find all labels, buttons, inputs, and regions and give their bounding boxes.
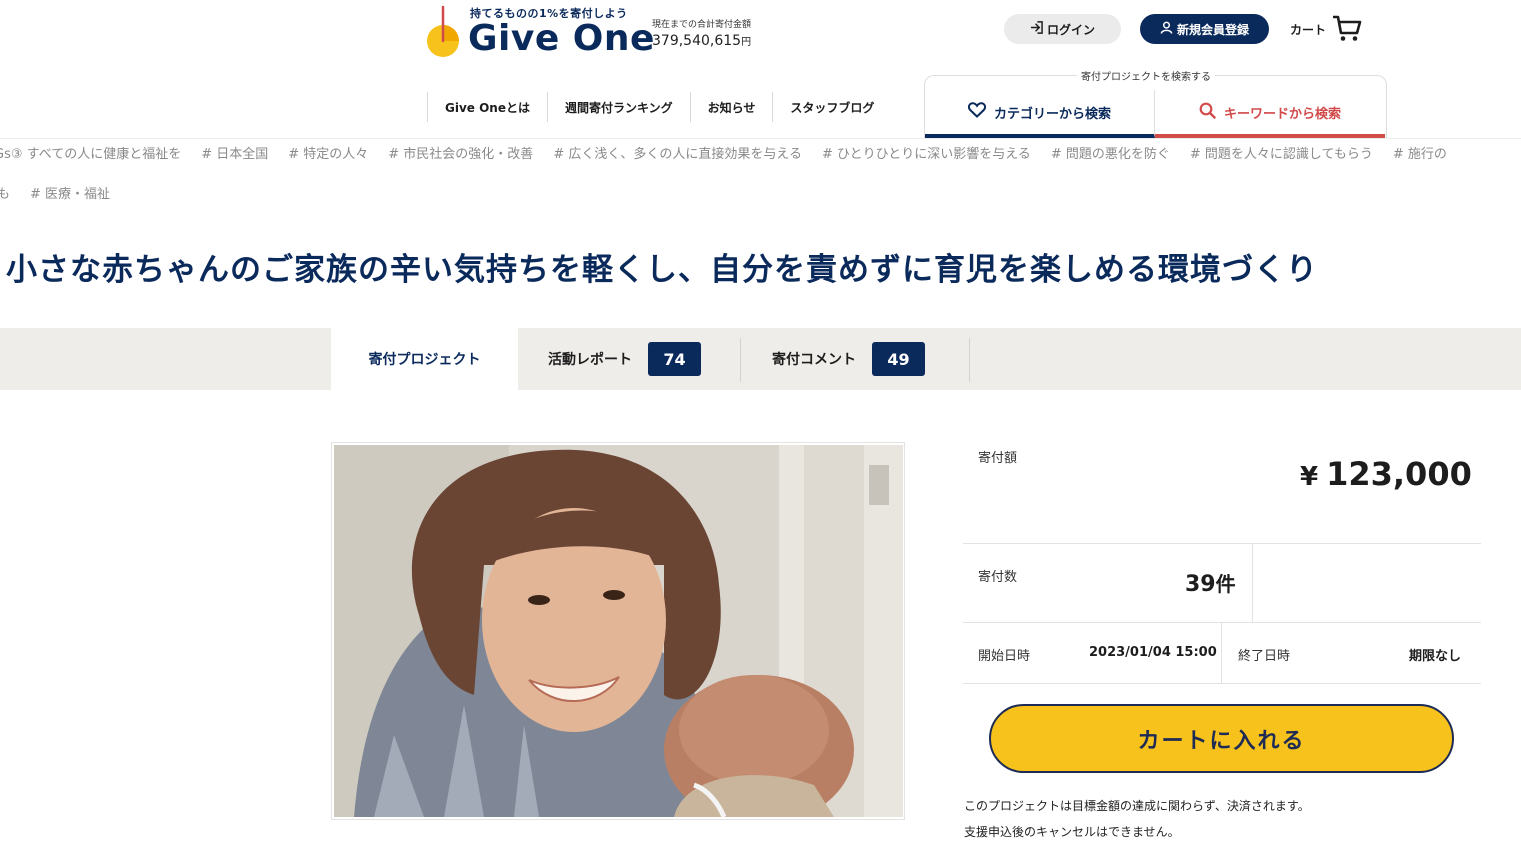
tab-bar xyxy=(0,328,1521,390)
nav-item-ranking[interactable]: 週間寄付ランキング xyxy=(547,92,690,122)
donation-count-unit: 件 xyxy=(1215,572,1236,596)
search-icon xyxy=(1199,102,1216,123)
start-date-value: 2023/01/04 15:00 xyxy=(1089,645,1217,660)
amount-label: 寄付額 xyxy=(978,451,1018,466)
donation-count-value: 39 xyxy=(1185,572,1216,597)
nav-item-staff-blog[interactable]: スタッフブログ xyxy=(772,92,891,122)
tab-separator xyxy=(969,338,970,382)
divider xyxy=(1252,544,1253,622)
tab-donation-comments-label: 寄付コメント xyxy=(772,352,856,368)
login-label: ログイン xyxy=(1046,22,1095,37)
donation-count-label: 寄付数 xyxy=(978,570,1018,585)
amount-value: 123,000 xyxy=(1326,455,1472,493)
settlement-note: このプロジェクトは目標金額の達成に関わらず、決済されます。 xyxy=(964,799,1310,813)
donation-amount: ¥123,000 xyxy=(1300,455,1472,493)
search-keyword-label: キーワードから検索 xyxy=(1223,106,1341,122)
search-category-label: カテゴリーから検索 xyxy=(993,106,1111,122)
cart-icon xyxy=(1332,14,1362,45)
nav-item-news[interactable]: お知らせ xyxy=(689,92,773,122)
cart-label: カート xyxy=(1290,22,1327,37)
header-divider xyxy=(0,138,1521,139)
give-one-logo-icon[interactable] xyxy=(424,5,464,57)
user-icon xyxy=(1160,21,1173,37)
login-icon xyxy=(1030,21,1043,37)
tag-item[interactable]: # 市民社会の強化・改善 xyxy=(388,143,533,163)
tag-item[interactable]: # ひとりひとりに深い影響を与える xyxy=(822,143,1031,163)
tag-list: DGs③ すべての人に健康と福祉を # 日本全国 # 特定の人々 # 市民社会の… xyxy=(0,143,1447,163)
login-button[interactable]: ログイン xyxy=(1004,14,1121,44)
tag-item[interactable]: DGs③ すべての人に健康と福祉を xyxy=(0,143,181,163)
tag-item[interactable]: # 医療・福祉 xyxy=(30,183,110,203)
tab-activity-reports-label: 活動レポート xyxy=(548,352,632,368)
tag-item[interactable]: # 広く浅く、多くの人に直接効果を与える xyxy=(553,143,802,163)
tab-separator xyxy=(740,338,741,382)
tag-item[interactable]: # 問題の悪化を防ぐ xyxy=(1051,143,1170,163)
total-donation-amount: 379,540,615 xyxy=(652,33,742,49)
donation-count: 39件 xyxy=(1185,568,1236,597)
reports-count-badge: 74 xyxy=(648,342,701,376)
project-photo xyxy=(334,445,903,817)
tab-activity-reports[interactable]: 活動レポート 74 xyxy=(548,328,701,390)
search-caption: 寄付プロジェクトを検索する xyxy=(1077,68,1215,83)
start-date-label: 開始日時 xyxy=(978,649,1031,664)
amount-currency: ¥ xyxy=(1300,462,1319,492)
divider xyxy=(963,543,1481,544)
main-nav: Give Oneとは 週間寄付ランキング お知らせ スタッフブログ xyxy=(427,92,891,122)
register-label: 新規会員登録 xyxy=(1176,22,1249,37)
tag-item[interactable]: # 施行の xyxy=(1393,143,1447,163)
total-donation-value: 379,540,615円 xyxy=(652,33,751,49)
tag-item[interactable]: # 特定の人々 xyxy=(288,143,368,163)
cart-link[interactable]: カート xyxy=(1290,14,1362,44)
end-date-value: 期限なし xyxy=(1409,649,1462,664)
search-by-category-tab[interactable]: カテゴリーから検索 xyxy=(925,90,1155,138)
logo-text[interactable]: Give One xyxy=(468,18,655,59)
tab-donation-comments[interactable]: 寄付コメント 49 xyxy=(772,328,925,390)
divider xyxy=(963,683,1481,684)
tag-item[interactable]: # 日本全国 xyxy=(201,143,268,163)
divider xyxy=(1221,623,1222,683)
end-date-label: 終了日時 xyxy=(1238,649,1291,664)
tag-item[interactable]: ども xyxy=(0,183,10,203)
nav-item-about[interactable]: Give Oneとは xyxy=(427,92,547,122)
tag-item[interactable]: # 問題を人々に認識してもらう xyxy=(1190,143,1373,163)
comments-count-badge: 49 xyxy=(872,342,925,376)
tab-project[interactable]: 寄付プロジェクト xyxy=(331,328,518,390)
cancel-note: 支援申込後のキャンセルはできません。 xyxy=(964,825,1180,839)
divider xyxy=(963,622,1481,623)
project-title: 小さな赤ちゃんのご家族の辛い気持ちを軽くし、自分を責めずに育児を楽しめる環境づく… xyxy=(6,252,1318,288)
tag-list-row-2: ども # 医療・福祉 xyxy=(0,183,110,203)
search-by-keyword-tab[interactable]: キーワードから検索 xyxy=(1155,90,1385,138)
total-donation-label: 現在までの合計寄付金額 xyxy=(652,20,752,30)
total-donation-unit: 円 xyxy=(741,37,752,48)
heart-icon xyxy=(967,102,987,122)
register-button[interactable]: 新規会員登録 xyxy=(1140,14,1269,44)
add-to-cart-button[interactable]: カートに入れる xyxy=(989,704,1454,773)
